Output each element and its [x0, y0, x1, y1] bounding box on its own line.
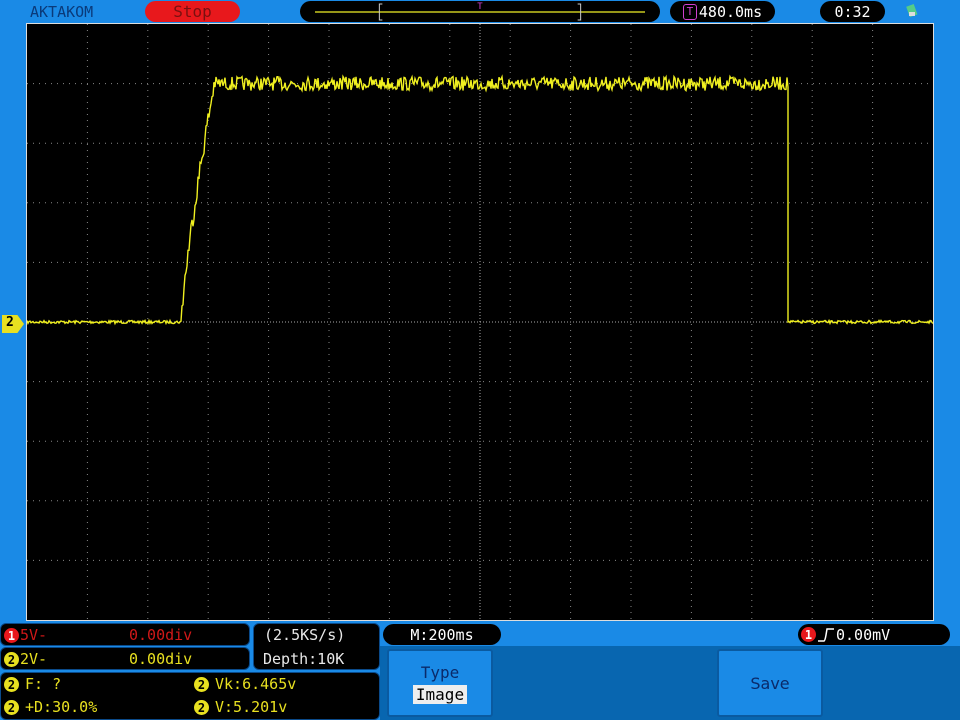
- meas-ch-badge: 2: [4, 700, 19, 715]
- meas-ch-badge: 2: [194, 700, 209, 715]
- measurement-voltage: V:5.201v: [215, 698, 288, 716]
- trigger-position-marker: T: [477, 2, 483, 12]
- waveform-display[interactable]: [26, 23, 934, 621]
- trigger-time-icon: T: [682, 3, 697, 20]
- memory-position-bar[interactable]: T: [300, 1, 660, 22]
- ch1-info[interactable]: 1 5V- 0.00div: [0, 623, 250, 646]
- ch2-scale: 2V-: [20, 650, 48, 668]
- clock: 0:32: [820, 1, 885, 22]
- memory-depth: Depth:10K: [263, 650, 345, 668]
- rising-edge-icon: [818, 627, 834, 642]
- brand-logo: AKTAKOM: [30, 3, 94, 21]
- ch2-badge: 2: [4, 652, 19, 667]
- ch1-offset: 0.00div: [129, 626, 193, 644]
- measurement-duty: +D:30.0%: [25, 698, 98, 716]
- meas-ch-badge: 2: [194, 677, 209, 692]
- ch2-trace: [26, 74, 934, 326]
- save-button[interactable]: Save: [717, 649, 823, 717]
- measurement-vpeak: Vk:6.465v: [215, 675, 297, 693]
- trigger-ch-badge: 1: [801, 627, 816, 642]
- type-label: Type: [420, 662, 460, 682]
- timebase[interactable]: M:200ms: [383, 624, 501, 645]
- run-stop-status[interactable]: Stop: [145, 1, 240, 22]
- sample-rate: (2.5KS/s): [264, 626, 346, 644]
- ch1-scale: 5V-: [20, 626, 48, 644]
- ch1-badge: 1: [4, 628, 19, 643]
- ch2-offset: 0.00div: [129, 650, 193, 668]
- usb-icon: [905, 3, 919, 19]
- memory-window-indicator: T: [315, 2, 645, 21]
- type-value: Image: [412, 684, 468, 704]
- ch2-ground-marker[interactable]: 2: [2, 315, 24, 333]
- waveform-canvas: [26, 24, 934, 620]
- trigger-time-display: T 480.0ms: [670, 1, 775, 22]
- type-menu-button[interactable]: Type Image: [387, 649, 493, 717]
- trigger-info[interactable]: 1 0.00mV: [798, 624, 950, 645]
- trigger-time-value: 480.0ms: [698, 2, 763, 21]
- measurements-panel: 2 F: ? 2 Vk:6.465v 2 +D:30.0% 2 V:5.201v: [0, 672, 380, 720]
- acquisition-info: (2.5KS/s) Depth:10K: [253, 623, 380, 670]
- ch2-info[interactable]: 2 2V- 0.00div: [0, 647, 250, 670]
- meas-ch-badge: 2: [4, 677, 19, 692]
- measurement-frequency: F: ?: [25, 675, 62, 693]
- trigger-level: 0.00mV: [836, 625, 891, 644]
